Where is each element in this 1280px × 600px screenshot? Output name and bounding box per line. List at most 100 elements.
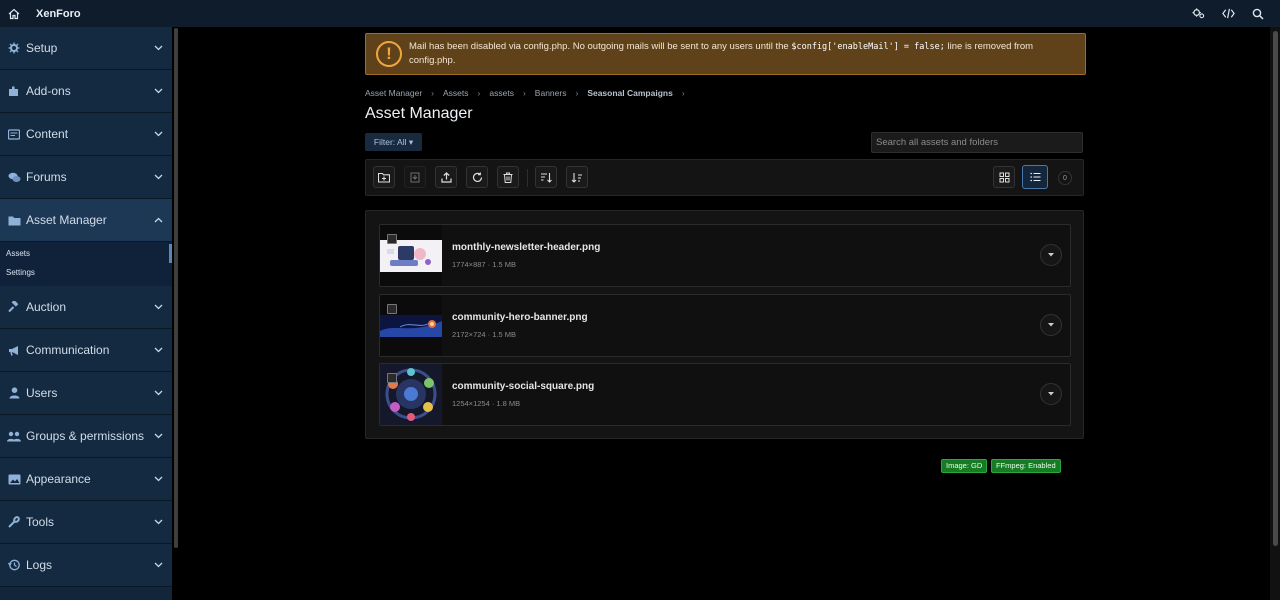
- sidebar-item-label: Communication: [26, 343, 110, 357]
- chevron-right-icon: ›: [477, 88, 481, 98]
- content-icon: [7, 127, 21, 141]
- brand-title[interactable]: XenForo: [36, 8, 81, 20]
- sort-name-button[interactable]: [535, 166, 557, 188]
- image-icon: [7, 472, 21, 486]
- chevron-down-icon: [154, 129, 164, 139]
- asset-row[interactable]: monthly-newsletter-header.png 1774×887 ·…: [379, 224, 1071, 287]
- folder-icon: [7, 213, 21, 227]
- breadcrumb-item[interactable]: Assets: [443, 88, 469, 98]
- select-checkbox[interactable]: [387, 373, 397, 383]
- users-icon: [7, 429, 21, 443]
- breadcrumb: Asset Manager › Assets › assets › Banners › …: [365, 88, 694, 98]
- asset-menu-button[interactable]: [1040, 314, 1062, 336]
- image-driver-badge: Image: GD: [941, 459, 988, 473]
- asset-row[interactable]: community-social-square.png 1254×1254 · …: [379, 363, 1071, 426]
- asset-filename[interactable]: monthly-newsletter-header.png: [452, 242, 600, 253]
- sidebar-item-auction[interactable]: Auction: [0, 286, 172, 329]
- sidebar-item-logs[interactable]: Logs: [0, 544, 172, 587]
- sidebar-subitem-settings[interactable]: Settings: [0, 263, 172, 282]
- sidebar-item-label: Add-ons: [26, 84, 71, 98]
- main-content: ! Mail has been disabled via config.php.…: [178, 27, 1268, 600]
- chevron-right-icon: ›: [575, 88, 579, 98]
- sidebar-item-label: Tools: [26, 515, 55, 529]
- sidebar-item-communication[interactable]: Communication: [0, 329, 172, 372]
- config-code: $config['enableMail'] = false;: [791, 42, 945, 52]
- filter-button[interactable]: Filter: All ▾: [365, 133, 422, 151]
- archive-button[interactable]: [404, 166, 426, 188]
- sidebar-item-setup[interactable]: Setup: [0, 27, 172, 70]
- upload-button[interactable]: [435, 166, 457, 188]
- asset-filename[interactable]: community-hero-banner.png: [452, 312, 588, 323]
- asset-menu-button[interactable]: [1040, 383, 1062, 405]
- chevron-down-icon: [154, 560, 164, 570]
- sidebar-item-label: Forums: [26, 170, 67, 184]
- gear-icon: [7, 41, 21, 55]
- sidebar-item-appearance[interactable]: Appearance: [0, 458, 172, 501]
- warning-icon: !: [376, 41, 402, 67]
- sidebar-item-users[interactable]: Users: [0, 372, 172, 415]
- code-icon[interactable]: [1216, 2, 1240, 26]
- asset-manager-subnav: Assets Settings: [0, 242, 172, 286]
- chevron-down-icon: [154, 172, 164, 182]
- sidebar-item-add-ons[interactable]: Add-ons: [0, 70, 172, 113]
- puzzle-icon: [7, 84, 21, 98]
- select-checkbox[interactable]: [387, 234, 397, 244]
- mail-disabled-notice: ! Mail has been disabled via config.php.…: [365, 33, 1086, 75]
- chevron-down-icon: [154, 388, 164, 398]
- asset-list: monthly-newsletter-header.png 1774×887 ·…: [365, 210, 1084, 439]
- chevron-down-icon: [154, 345, 164, 355]
- asset-thumbnail: [380, 364, 442, 425]
- grid-view-button[interactable]: [993, 166, 1015, 188]
- breadcrumb-item-current[interactable]: Seasonal Campaigns: [587, 88, 673, 98]
- home-icon[interactable]: [1, 0, 27, 27]
- forums-icon: [7, 170, 21, 184]
- page-title: Asset Manager: [365, 105, 473, 122]
- asset-row[interactable]: community-hero-banner.png 2172×724 · 1.5…: [379, 294, 1071, 357]
- chevron-down-icon: [154, 517, 164, 527]
- asset-filename[interactable]: community-social-square.png: [452, 381, 594, 392]
- history-icon: [7, 558, 21, 572]
- select-checkbox[interactable]: [387, 304, 397, 314]
- sidebar-item-content[interactable]: Content: [0, 113, 172, 156]
- list-view-button[interactable]: [1022, 165, 1048, 189]
- sidebar: Setup Add-ons Content Forums Asset Manag…: [0, 27, 172, 600]
- search-icon[interactable]: [1246, 2, 1270, 26]
- chevron-right-icon: ›: [522, 88, 526, 98]
- page-scrollbar[interactable]: [1270, 27, 1280, 600]
- item-count-badge: 0: [1058, 171, 1072, 185]
- toolbar-divider: [527, 169, 528, 187]
- gavel-icon: [7, 300, 21, 314]
- ffmpeg-badge: FFmpeg: Enabled: [991, 459, 1061, 473]
- chevron-down-icon: [154, 302, 164, 312]
- asset-meta: 1774×887 · 1.5 MB: [452, 260, 517, 269]
- breadcrumb-item[interactable]: assets: [489, 88, 514, 98]
- search-input[interactable]: [871, 132, 1083, 153]
- sidebar-item-forums[interactable]: Forums: [0, 156, 172, 199]
- chevron-down-icon: [154, 86, 164, 96]
- scrollbar-thumb[interactable]: [1273, 31, 1278, 546]
- sidebar-item-groups-permissions[interactable]: Groups & permissions: [0, 415, 172, 458]
- chevron-down-icon: [154, 431, 164, 441]
- asset-menu-button[interactable]: [1040, 244, 1062, 266]
- delete-button[interactable]: [497, 166, 519, 188]
- sidebar-item-label: Appearance: [26, 472, 91, 486]
- top-bar: XenForo: [0, 0, 1280, 27]
- sort-order-button[interactable]: [566, 166, 588, 188]
- sidebar-subitem-assets[interactable]: Assets: [0, 244, 172, 263]
- sidebar-item-label: Content: [26, 127, 69, 141]
- breadcrumb-item[interactable]: Asset Manager: [365, 88, 422, 98]
- sidebar-item-tools[interactable]: Tools: [0, 501, 172, 544]
- cogs-icon[interactable]: [1186, 2, 1210, 26]
- chevron-down-icon: [154, 474, 164, 484]
- new-folder-button[interactable]: [373, 166, 395, 188]
- notice-text: Mail has been disabled via config.php. N…: [409, 41, 1034, 66]
- refresh-button[interactable]: [466, 166, 488, 188]
- asset-toolbar: 0: [365, 159, 1084, 196]
- user-icon: [7, 386, 21, 400]
- sidebar-item-label: Groups & permissions: [26, 429, 145, 443]
- sidebar-item-asset-manager[interactable]: Asset Manager: [0, 199, 172, 242]
- asset-thumbnail: [380, 225, 442, 286]
- breadcrumb-item[interactable]: Banners: [535, 88, 567, 98]
- sidebar-item-label: Users: [26, 386, 58, 400]
- chevron-up-icon: [154, 215, 164, 225]
